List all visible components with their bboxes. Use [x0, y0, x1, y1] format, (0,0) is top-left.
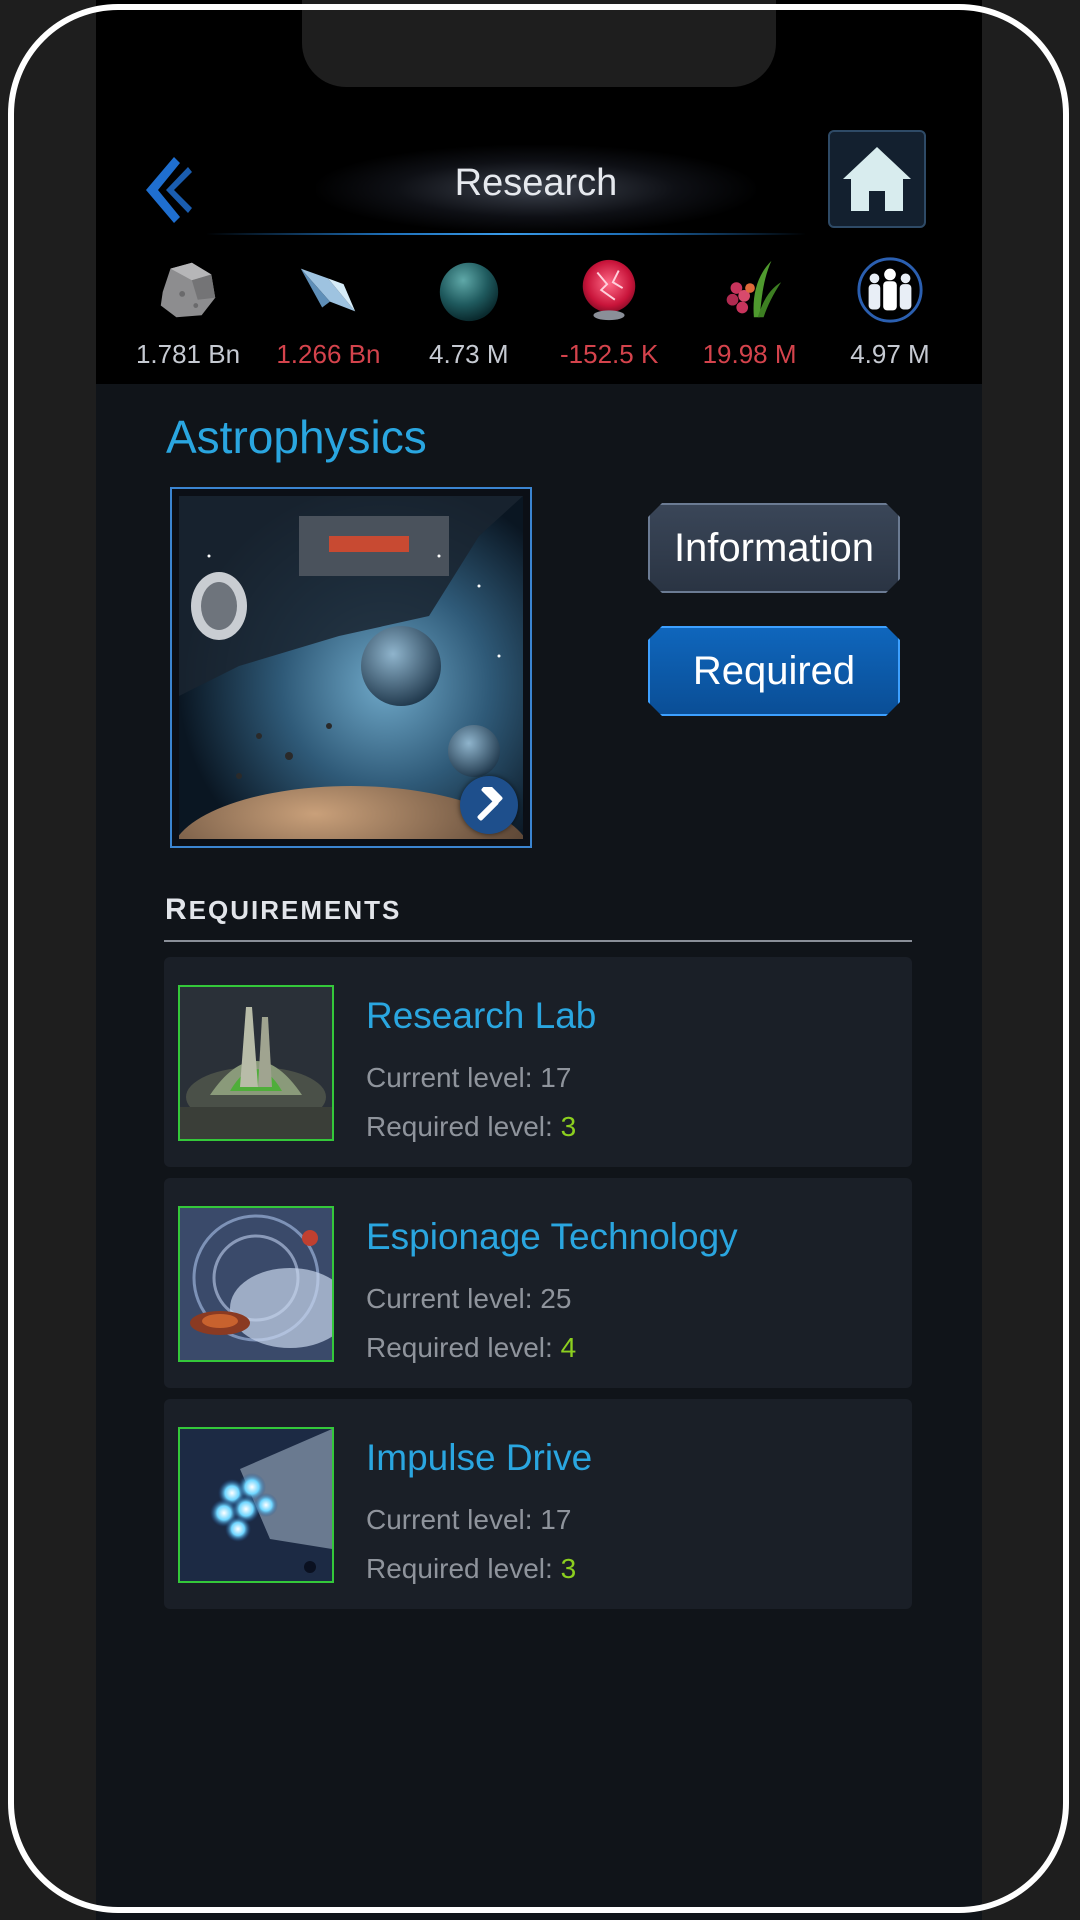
deuterium-sphere-icon [439, 262, 498, 322]
impulse-drive-thumbnail [178, 1427, 334, 1583]
tech-title: Astrophysics [166, 411, 427, 463]
food-icon [726, 260, 781, 318]
espionage-technology-artwork [180, 1208, 332, 1360]
requirement-card-research-lab[interactable]: Research Lab Current level: 17 Required … [164, 957, 912, 1167]
tech-image[interactable] [170, 487, 532, 848]
research-lab-artwork [180, 987, 332, 1139]
requirements-divider [164, 940, 912, 942]
resource-deuterium[interactable]: 4.73 M [399, 255, 539, 370]
resource-value: 4.73 M [429, 339, 509, 369]
resource-metal[interactable]: 1.781 Bn [118, 255, 258, 370]
crystal-icon [301, 268, 356, 312]
resource-value: 1.781 Bn [135, 339, 241, 369]
required-level-value: 4 [560, 1332, 577, 1363]
current-level-value: 25 [540, 1283, 572, 1314]
required-level-text: Required level: 3 [366, 1553, 577, 1584]
resource-bar: 1.781 Bn 1.266 Bn 4.73 M -152.5 K 19.98 … [118, 255, 960, 370]
resource-value: 4.97 M [850, 339, 930, 369]
resource-food[interactable]: 19.98 M [680, 255, 820, 370]
requirement-name: Research Lab [366, 995, 597, 1036]
requirement-card-espionage-technology[interactable]: Espionage Technology Current level: 25 R… [164, 1178, 912, 1388]
header-underline [206, 233, 806, 235]
resource-population[interactable]: 4.97 M [820, 255, 960, 370]
home-button[interactable] [828, 130, 926, 228]
current-level-text: Current level: 25 [366, 1283, 572, 1314]
information-button[interactable]: Information [648, 503, 900, 593]
requirement-name: Espionage Technology [366, 1216, 738, 1257]
resource-energy[interactable]: -152.5 K [539, 255, 679, 370]
resource-crystal[interactable]: 1.266 Bn [258, 255, 398, 370]
requirement-name: Impulse Drive [366, 1437, 593, 1478]
page-title: Research [454, 162, 618, 204]
build-badge[interactable] [460, 776, 518, 834]
resource-value: 1.266 Bn [276, 339, 381, 369]
resource-value: 19.98 M [702, 339, 797, 369]
current-level-value: 17 [540, 1504, 572, 1535]
population-icon [857, 257, 923, 323]
required-level-value: 3 [560, 1553, 577, 1584]
required-level-value: 3 [560, 1111, 577, 1142]
required-level-text: Required level: 3 [366, 1111, 577, 1142]
energy-plasma-icon [582, 259, 636, 321]
impulse-drive-artwork [180, 1429, 332, 1581]
current-level-text: Current level: 17 [366, 1062, 572, 1093]
hammer-icon [477, 787, 503, 821]
top-bar: Research 1.781 Bn 1.266 Bn 4.73 M -152.5… [96, 0, 982, 384]
required-button[interactable]: Required [648, 626, 900, 716]
app-screen: Research 1.781 Bn 1.266 Bn 4.73 M -152.5… [96, 0, 982, 1920]
required-level-text: Required level: 4 [366, 1332, 577, 1363]
back-button[interactable] [140, 152, 196, 228]
research-lab-thumbnail [178, 985, 334, 1141]
home-icon [843, 147, 911, 211]
metal-ore-icon [160, 262, 216, 318]
double-chevron-left-icon [146, 157, 192, 223]
resource-value: -152.5 K [560, 339, 659, 369]
requirements-heading: REQUIREMENTS [165, 893, 402, 926]
espionage-technology-thumbnail [178, 1206, 334, 1362]
requirement-card-impulse-drive[interactable]: Impulse Drive Current level: 17 Required… [164, 1399, 912, 1609]
device-notch [302, 0, 776, 87]
current-level-text: Current level: 17 [366, 1504, 572, 1535]
current-level-value: 17 [540, 1062, 572, 1093]
